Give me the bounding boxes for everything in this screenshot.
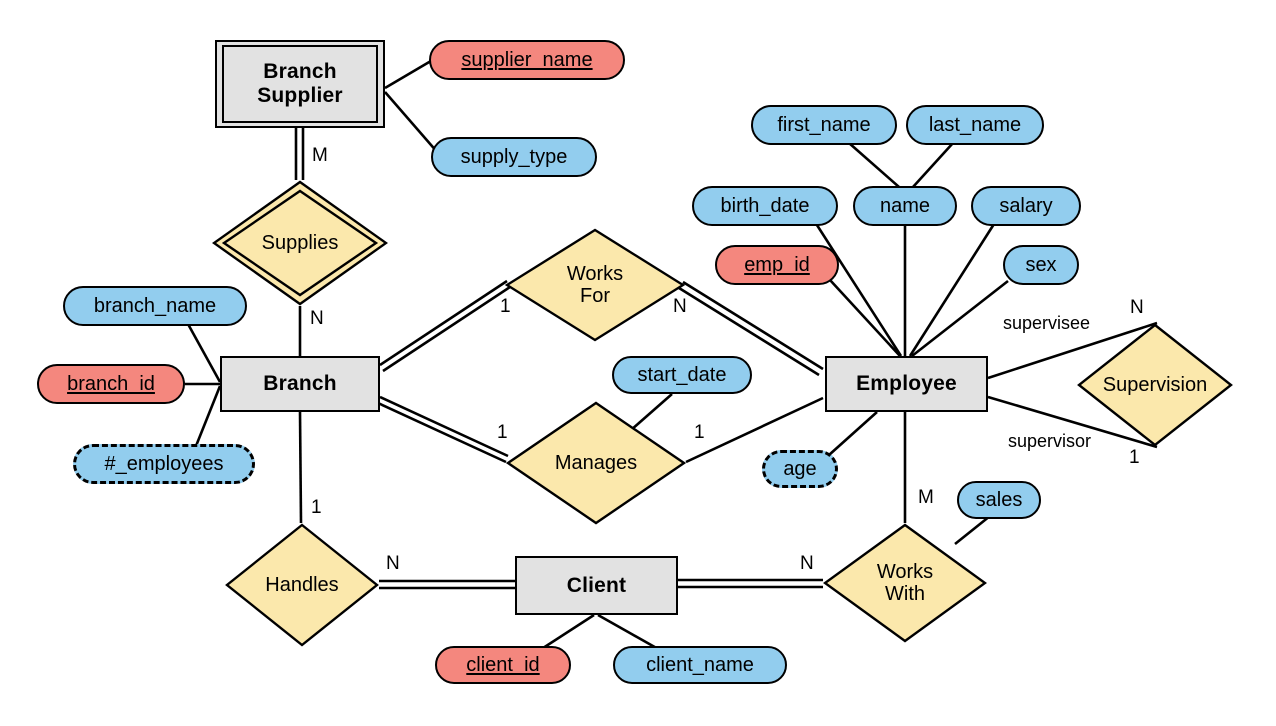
attribute-first-name-label: first_name (777, 113, 871, 136)
edge-branchsupplier-supplytype (384, 91, 439, 154)
edge-branch-worksfor-b (382, 285, 511, 373)
works-with-diamond-shape (823, 523, 987, 643)
edge-branch-manages-b (377, 401, 507, 464)
attribute-start-date[interactable]: start_date (612, 356, 752, 394)
cardinality-handles-n: N (386, 553, 400, 574)
attribute-name[interactable]: name (853, 186, 957, 226)
attribute-client-id-label: client_id (466, 653, 540, 676)
edge-client-clientid (539, 613, 595, 652)
edge-branch-numemployees (194, 385, 222, 447)
cardinality-supervision-1: 1 (1129, 447, 1140, 468)
cardinality-supplies-n: N (310, 308, 324, 329)
edge-sex-employee (911, 279, 1009, 358)
relationship-handles[interactable]: Handles (225, 523, 379, 647)
attribute-branch-id-label: branch_id (67, 372, 155, 395)
edge-empid-employee (829, 279, 901, 357)
attribute-age-label: age (783, 457, 817, 480)
edge-age-employee (828, 411, 878, 456)
edge-branch-handles (298, 411, 303, 524)
er-diagram-canvas: Branch Supplier Branch Employee Client S… (0, 0, 1276, 726)
attribute-supply-type[interactable]: supply_type (431, 137, 597, 177)
attribute-branch-name-label: branch_name (93, 294, 217, 317)
cardinality-manages-1-left: 1 (497, 422, 508, 443)
relationship-works-for[interactable]: Works For (505, 228, 685, 342)
cardinality-works-for-1: 1 (500, 296, 511, 317)
relationship-manages[interactable]: Manages (506, 401, 686, 525)
edge-firstname-name (848, 142, 900, 188)
attribute-last-name[interactable]: last_name (906, 105, 1044, 145)
attribute-supplier-name[interactable]: supplier_name (429, 40, 625, 80)
attribute-birth-date-label: birth_date (720, 194, 810, 217)
attribute-supplier-name-label: supplier_name (461, 48, 593, 71)
attribute-age[interactable]: age (762, 450, 838, 488)
role-label-supervisee: supervisee (1003, 313, 1091, 333)
attribute-branch-id[interactable]: branch_id (37, 364, 185, 404)
edge-birthdate-employee (813, 221, 903, 357)
attribute-num-employees[interactable]: #_employees (73, 444, 255, 484)
attribute-sex-label: sex (1025, 253, 1057, 276)
edge-salary-employee (908, 223, 996, 357)
role-label-supervisor: supervisor (1008, 431, 1092, 451)
attribute-first-name[interactable]: first_name (751, 105, 897, 145)
handles-diamond-shape (225, 523, 379, 647)
entity-employee[interactable]: Employee (825, 356, 988, 412)
entity-branch-supplier-label: Branch Supplier (257, 60, 343, 107)
cardinality-works-with-n: N (800, 553, 814, 574)
relationship-works-with[interactable]: Works With (823, 523, 987, 643)
edge-lastname-name (912, 142, 954, 188)
attribute-emp-id-label: emp_id (744, 253, 810, 276)
relationship-supplies[interactable]: Supplies (212, 180, 388, 306)
entity-client[interactable]: Client (515, 556, 678, 615)
attribute-sales-label: sales (975, 488, 1023, 511)
cardinality-works-with-m: M (918, 487, 934, 508)
supervision-diamond-shape (1077, 323, 1233, 447)
cardinality-manages-1-right: 1 (694, 422, 705, 443)
cardinality-works-for-n: N (673, 296, 687, 317)
attribute-last-name-label: last_name (928, 113, 1022, 136)
entity-branch-supplier[interactable]: Branch Supplier (215, 40, 385, 128)
attribute-client-name[interactable]: client_name (613, 646, 787, 684)
entity-branch-label: Branch (263, 372, 337, 396)
attribute-num-employees-label: #_employees (104, 452, 224, 475)
attribute-start-date-label: start_date (637, 363, 727, 386)
cardinality-supervision-n: N (1130, 297, 1144, 318)
attribute-branch-name[interactable]: branch_name (63, 286, 247, 326)
attribute-client-id[interactable]: client_id (435, 646, 571, 684)
edge-branch-branchname (186, 323, 222, 383)
attribute-name-label: name (879, 194, 931, 217)
entity-branch[interactable]: Branch (220, 356, 380, 412)
supplies-diamond-shape (212, 180, 388, 306)
attribute-salary-label: salary (999, 194, 1053, 217)
edge-client-clientname (597, 613, 661, 652)
cardinality-supplies-m: M (312, 145, 328, 166)
entity-employee-label: Employee (856, 372, 957, 396)
manages-diamond-shape (506, 401, 686, 525)
relationship-supervision[interactable]: Supervision (1077, 323, 1233, 447)
edge-branch-worksfor-a (379, 279, 508, 367)
attribute-birth-date[interactable]: birth_date (692, 186, 838, 226)
attribute-salary[interactable]: salary (971, 186, 1081, 226)
attribute-sales[interactable]: sales (957, 481, 1041, 519)
attribute-emp-id[interactable]: emp_id (715, 245, 839, 285)
attribute-supply-type-label: supply_type (460, 145, 568, 168)
cardinality-handles-1: 1 (311, 497, 322, 518)
works-for-diamond-shape (505, 228, 685, 342)
entity-client-label: Client (566, 573, 627, 597)
attribute-sex[interactable]: sex (1003, 245, 1079, 285)
attribute-client-name-label: client_name (646, 653, 754, 676)
edge-branch-manages-a (379, 395, 509, 458)
